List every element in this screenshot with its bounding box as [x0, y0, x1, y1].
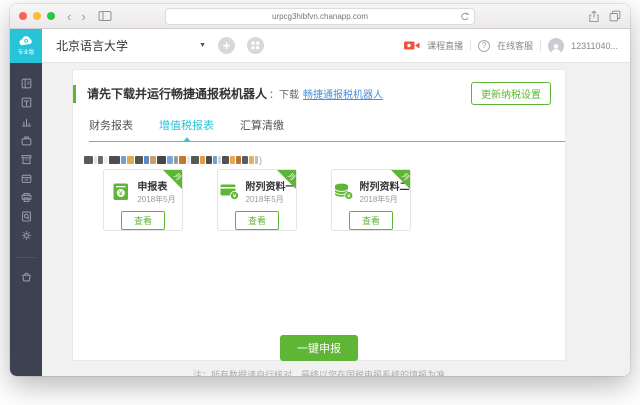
grid-icon	[251, 41, 260, 50]
online-support-link[interactable]: 在线客服	[497, 39, 533, 52]
sidebar	[10, 63, 42, 376]
cloud-logo-icon	[18, 35, 35, 46]
panel-footer: 一键申报 注：所有数据请自行核对，最终以您在国税申报系统的填报为准	[73, 335, 565, 376]
close-window-button[interactable]	[19, 12, 27, 20]
download-label: ：下载	[269, 86, 299, 101]
card-list: ¥ 申报表 2018年5月 查看 月	[103, 169, 565, 231]
reload-icon[interactable]	[459, 11, 470, 22]
monthly-badge: 月	[391, 170, 410, 189]
zoom-window-button[interactable]	[47, 12, 55, 20]
robot-download-link[interactable]: 畅捷通报税机器人	[303, 86, 383, 101]
ledger-icon[interactable]	[10, 74, 42, 93]
sidebar-toggle-icon[interactable]	[98, 10, 112, 22]
monthly-badge: 月	[277, 170, 296, 189]
main-area: 请先下载并运行畅捷通报税机器人 ：下载 畅捷通报税机器人 更新纳税设置 财务报表…	[42, 63, 630, 376]
tab-overview-icon[interactable]	[609, 10, 621, 23]
address-bar[interactable]: urpcg3hibfvn.chanapp.com	[165, 8, 475, 25]
view-button[interactable]: 查看	[349, 211, 393, 230]
tab-bar: 财务报表 增值税报表 汇算清缴	[89, 117, 565, 142]
attachment-two-card: ¥ 附列资料二 2018年5月 查看 月	[331, 169, 411, 231]
banner-title: 请先下载并运行畅捷通报税机器人	[87, 85, 267, 102]
divider	[470, 40, 471, 51]
divider	[16, 257, 36, 258]
monthly-badge: 月	[163, 170, 182, 189]
attachment-one-card: ¥ 附列资料一 2018年5月 查看 月	[217, 169, 297, 231]
declaration-form-icon: ¥	[110, 182, 132, 201]
briefcase-icon[interactable]	[10, 131, 42, 150]
org-name: 北京语言大学	[56, 37, 128, 54]
user-id[interactable]: 12311040...	[571, 41, 618, 51]
logo-caption: 专业版	[18, 47, 34, 55]
tab-financial-reports[interactable]: 财务报表	[89, 117, 133, 133]
back-button[interactable]: ‹	[67, 10, 71, 23]
archive-box-icon[interactable]	[10, 150, 42, 169]
report-chart-icon[interactable]	[10, 112, 42, 131]
one-click-declare-button[interactable]: 一键申报	[280, 335, 358, 361]
divider	[540, 40, 541, 51]
browser-chrome: ‹ › urpcg3hibfvn.chanapp.com	[10, 4, 630, 29]
app-logo: 专业版	[10, 29, 42, 63]
apps-grid-button[interactable]	[247, 37, 264, 54]
basket-icon[interactable]	[10, 267, 42, 286]
tab-annual-settlement[interactable]: 汇算清缴	[240, 117, 284, 133]
voucher-icon[interactable]	[10, 93, 42, 112]
share-icon[interactable]	[588, 10, 600, 23]
minimize-window-button[interactable]	[33, 12, 41, 20]
view-button[interactable]: 查看	[235, 211, 279, 230]
doc-search-icon[interactable]	[10, 207, 42, 226]
live-course-link[interactable]: 课程直播	[427, 39, 463, 52]
accent-bar	[73, 85, 76, 103]
disclaimer-note: 注：所有数据请自行核对，最终以您在国税申报系统的填报为准	[73, 368, 565, 376]
app-header: 专业版 北京语言大学 ▼ + 课程直播 ? 在线客服 12	[10, 29, 630, 63]
declaration-form-card: ¥ 申报表 2018年5月 查看 月	[103, 169, 183, 231]
redacted-text: )	[84, 151, 565, 160]
chevron-down-icon: ▼	[199, 42, 206, 49]
traffic-lights	[19, 12, 55, 20]
card-period: 2018年5月	[360, 194, 410, 205]
printer-icon[interactable]	[10, 188, 42, 207]
gear-icon[interactable]	[10, 226, 42, 245]
svg-text:¥: ¥	[232, 193, 236, 200]
view-button[interactable]: 查看	[121, 211, 165, 230]
avatar[interactable]	[548, 38, 564, 54]
svg-text:¥: ¥	[346, 193, 350, 200]
content-panel: 请先下载并运行畅捷通报税机器人 ：下载 畅捷通报税机器人 更新纳税设置 财务报表…	[72, 69, 566, 361]
attachment-two-icon: ¥	[333, 182, 355, 201]
org-selector[interactable]: 北京语言大学 ▼	[56, 37, 206, 54]
tab-vat-reports[interactable]: 增值税报表	[159, 117, 214, 133]
attachment-one-icon: ¥	[219, 182, 241, 201]
help-icon: ?	[478, 40, 490, 52]
update-tax-settings-button[interactable]: 更新纳税设置	[471, 82, 551, 105]
banner: 请先下载并运行畅捷通报税机器人 ：下载 畅捷通报税机器人 更新纳税设置	[73, 82, 565, 105]
forward-button[interactable]: ›	[81, 10, 85, 23]
browser-window: ‹ › urpcg3hibfvn.chanapp.com	[10, 4, 630, 376]
url-text: urpcg3hibfvn.chanapp.com	[272, 12, 368, 21]
card-period: 2018年5月	[246, 194, 296, 205]
live-video-icon	[404, 40, 420, 51]
add-button[interactable]: +	[218, 37, 235, 54]
invoice-icon[interactable]	[10, 169, 42, 188]
card-period: 2018年5月	[137, 194, 175, 205]
